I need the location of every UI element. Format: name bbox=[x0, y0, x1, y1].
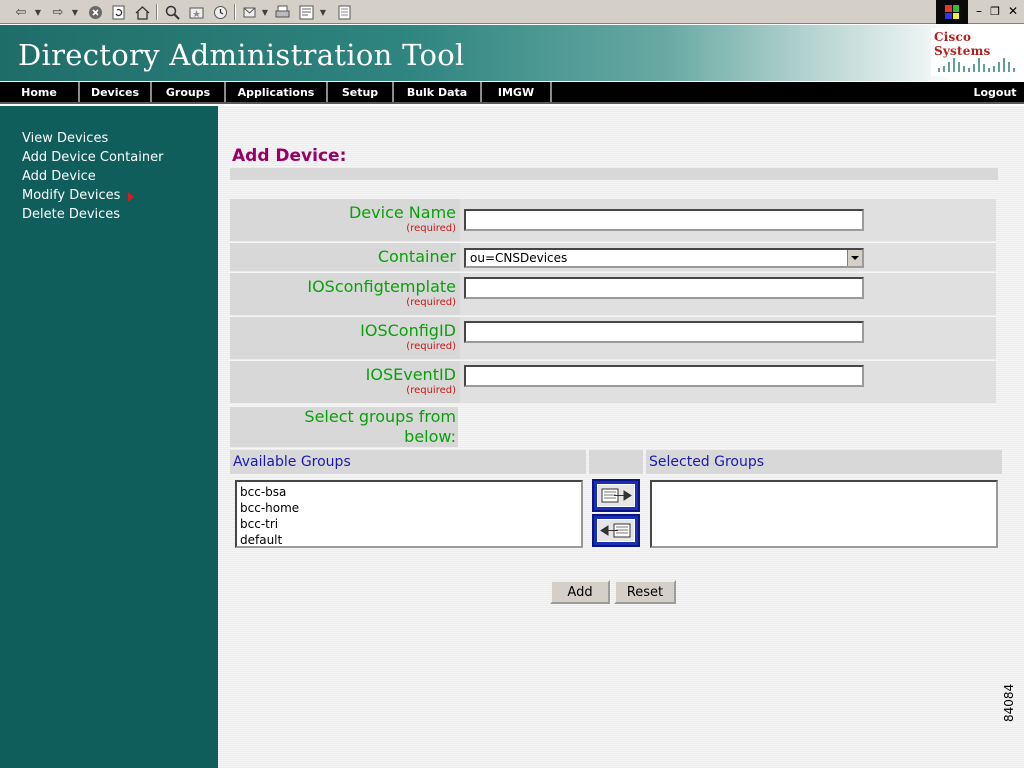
cisco-logo: Cisco Systems bbox=[931, 28, 1021, 76]
sidebar-item-add-device[interactable]: Add Device bbox=[22, 169, 96, 184]
search-icon[interactable] bbox=[162, 3, 182, 21]
ios-event-id-label: IOSEventID bbox=[365, 365, 456, 384]
nav-setup[interactable]: Setup bbox=[328, 82, 394, 102]
nav-logout[interactable]: Logout bbox=[966, 82, 1024, 102]
edit-dropdown-icon[interactable]: ▼ bbox=[318, 3, 328, 21]
container-select-value: ou=CNSDevices bbox=[470, 251, 568, 265]
ios-event-id-input[interactable] bbox=[464, 365, 864, 387]
sidebar-item-modify-devices[interactable]: Modify Devices bbox=[22, 188, 120, 203]
move-left-icon bbox=[600, 523, 631, 538]
print-icon[interactable] bbox=[272, 3, 292, 21]
move-right-icon bbox=[601, 488, 632, 503]
selected-groups-header: Selected Groups bbox=[646, 450, 1002, 474]
ios-config-id-label: IOSConfigID bbox=[360, 321, 456, 340]
app-title: Directory Administration Tool bbox=[18, 38, 465, 72]
back-icon[interactable]: ⇦ bbox=[10, 3, 32, 21]
sidebar: View Devices Add Device Container Add De… bbox=[0, 106, 218, 768]
list-item[interactable]: default bbox=[240, 532, 578, 548]
nav-imgw[interactable]: IMGW bbox=[482, 82, 552, 102]
app-banner: Directory Administration Tool bbox=[0, 25, 1024, 81]
figure-number: 84084 bbox=[1002, 683, 1016, 722]
nav-devices[interactable]: Devices bbox=[80, 82, 152, 102]
ios-config-id-row: IOSConfigID (required) bbox=[230, 317, 996, 359]
sidebar-item-view-devices[interactable]: View Devices bbox=[22, 131, 108, 146]
nav-groups[interactable]: Groups bbox=[152, 82, 226, 102]
stop-icon[interactable] bbox=[85, 3, 105, 21]
required-note: (required) bbox=[406, 223, 456, 234]
mail-icon[interactable] bbox=[240, 3, 260, 21]
submenu-arrow-icon bbox=[128, 192, 134, 202]
device-name-input[interactable] bbox=[464, 209, 864, 231]
title-divider bbox=[230, 168, 998, 180]
container-label: Container bbox=[377, 247, 456, 266]
reset-button[interactable]: Reset bbox=[614, 580, 676, 604]
device-name-row: Device Name (required) bbox=[230, 199, 996, 241]
sidebar-item-add-device-container[interactable]: Add Device Container bbox=[22, 150, 163, 165]
restore-icon[interactable]: ❐ bbox=[986, 2, 1004, 20]
list-item[interactable]: bcc-bsa bbox=[240, 484, 578, 500]
nav-home[interactable]: Home bbox=[0, 82, 80, 102]
home-icon[interactable] bbox=[132, 3, 152, 21]
browser-toolbar: ⇦ ▼ ⇨ ▼ ▼ ▼ – ❐ ✕ bbox=[0, 0, 1024, 24]
back-dropdown-icon[interactable]: ▼ bbox=[32, 3, 44, 21]
container-row: Container ou=CNSDevices bbox=[230, 243, 996, 271]
container-select[interactable]: ou=CNSDevices bbox=[464, 248, 864, 268]
groups-prompt-row: Select groups from below: bbox=[230, 405, 996, 447]
add-button[interactable]: Add bbox=[550, 580, 610, 604]
ios-config-template-input[interactable] bbox=[464, 277, 864, 299]
mail-dropdown-icon[interactable]: ▼ bbox=[260, 3, 270, 21]
main-content: Add Device: Device Name (required) Conta… bbox=[218, 106, 1024, 768]
required-note: (required) bbox=[406, 297, 456, 308]
ios-event-id-row: IOSEventID (required) bbox=[230, 361, 996, 403]
move-buttons-header bbox=[589, 450, 643, 474]
sidebar-item-delete-devices[interactable]: Delete Devices bbox=[22, 207, 120, 222]
device-name-label: Device Name bbox=[348, 203, 456, 222]
page-title: Add Device: bbox=[232, 146, 347, 166]
available-groups-header: Available Groups bbox=[230, 450, 586, 474]
list-item[interactable]: bcc-home bbox=[240, 500, 578, 516]
nav-applications[interactable]: Applications bbox=[226, 82, 328, 102]
chevron-down-icon[interactable] bbox=[847, 250, 862, 266]
discuss-icon[interactable] bbox=[334, 3, 354, 21]
edit-icon[interactable] bbox=[296, 3, 316, 21]
close-icon[interactable]: ✕ bbox=[1004, 2, 1022, 20]
history-icon[interactable] bbox=[210, 3, 230, 21]
groups-prompt: Select groups from below: bbox=[304, 407, 456, 446]
available-groups-list[interactable]: bcc-bsa bcc-home bcc-tri default bbox=[235, 480, 583, 548]
remove-from-selected-button[interactable] bbox=[592, 514, 640, 547]
main-nav: Home Devices Groups Applications Setup B… bbox=[0, 82, 1024, 104]
required-note: (required) bbox=[406, 385, 456, 396]
required-note: (required) bbox=[406, 341, 456, 352]
nav-bulk-data[interactable]: Bulk Data bbox=[394, 82, 482, 102]
refresh-icon[interactable] bbox=[108, 3, 128, 21]
forward-icon[interactable]: ⇨ bbox=[47, 3, 69, 21]
add-to-selected-button[interactable] bbox=[592, 479, 640, 512]
ios-config-id-input[interactable] bbox=[464, 321, 864, 343]
list-item[interactable]: bcc-tri bbox=[240, 516, 578, 532]
forward-dropdown-icon[interactable]: ▼ bbox=[69, 3, 81, 21]
windows-logo-icon bbox=[936, 0, 968, 24]
ios-config-template-row: IOSconfigtemplate (required) bbox=[230, 273, 996, 315]
selected-groups-list[interactable] bbox=[650, 480, 998, 548]
cisco-bridge-icon bbox=[938, 58, 1015, 72]
ios-config-template-label: IOSconfigtemplate bbox=[307, 277, 456, 296]
favorites-icon[interactable] bbox=[186, 3, 206, 21]
